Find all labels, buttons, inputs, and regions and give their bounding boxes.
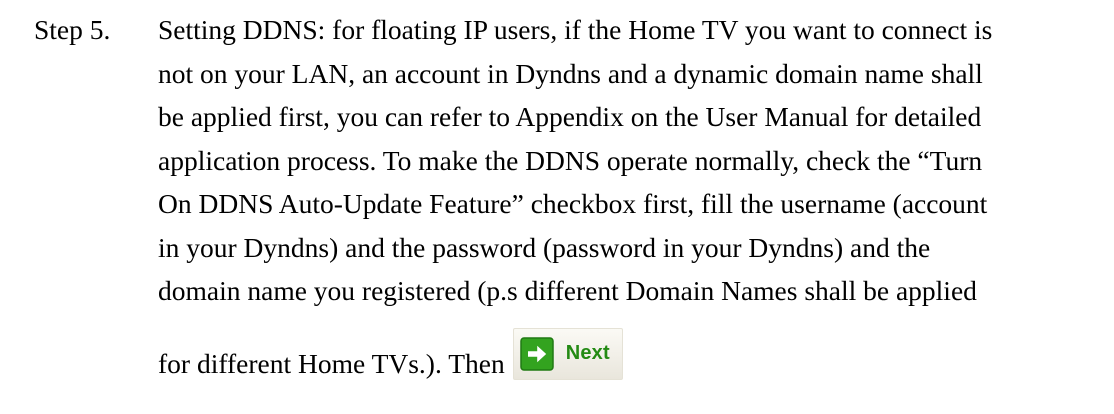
step-number: Step 5. xyxy=(34,14,111,45)
instruction-line-4: application process. To make the DDNS op… xyxy=(158,144,983,176)
step-body: Setting DDNS: for floating IP users, if … xyxy=(158,8,1094,386)
instruction-line-5: On DDNS Auto-Update Feature” checkbox fi… xyxy=(158,188,988,219)
next-button[interactable]: Next xyxy=(512,327,623,380)
step-5-instructions: Step 5. Setting DDNS: for floating IP us… xyxy=(34,8,1094,386)
instruction-line-8: for different Home TVs.). Then xyxy=(158,348,505,379)
green-right-arrow-icon xyxy=(519,336,554,371)
instruction-line-2: not on your LAN, an account in Dyndns an… xyxy=(158,57,983,89)
instruction-line-6: in your Dyndns) and the password (passwo… xyxy=(158,231,931,263)
instruction-line-3: be applied first, you can refer to Appen… xyxy=(158,101,982,132)
instruction-final-line: for different Home TVs.). Then Next xyxy=(158,327,1094,386)
instruction-line-7: domain name you registered (p.s differen… xyxy=(158,275,977,306)
instruction-line-1: Setting DDNS: for floating IP users, if … xyxy=(158,14,993,45)
next-label: Next xyxy=(565,341,610,364)
